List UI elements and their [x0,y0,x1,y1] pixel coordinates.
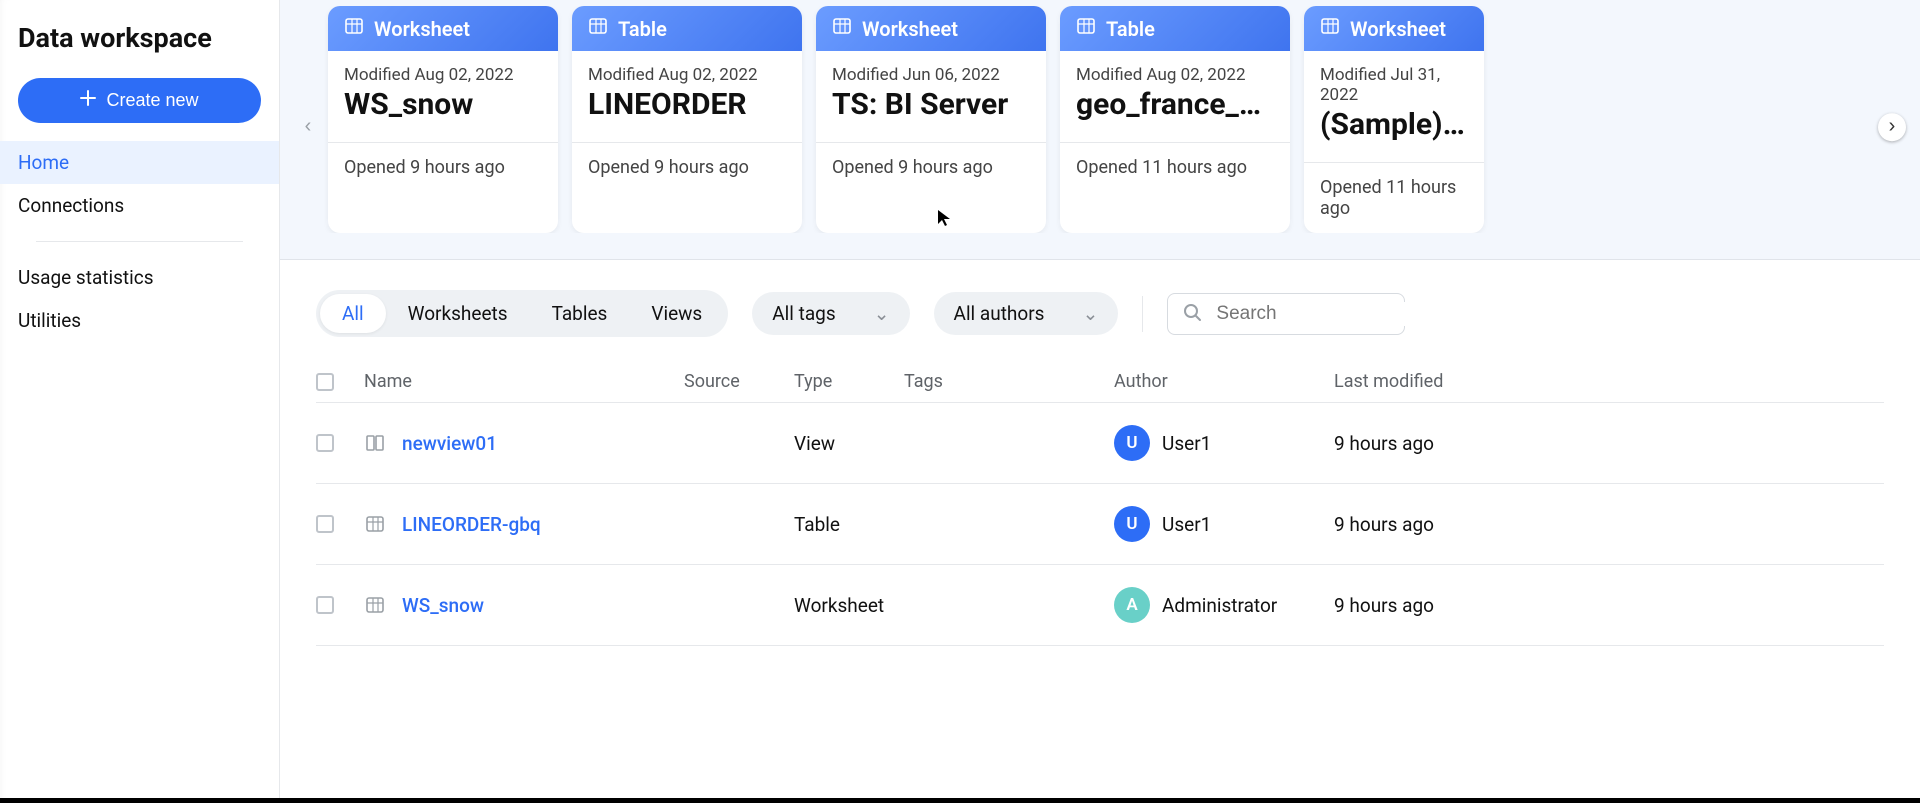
sidebar: Data workspace Create new Home Connectio… [0,0,280,803]
filter-tab-views[interactable]: Views [629,294,724,333]
chevron-down-icon: ⌄ [1082,302,1098,325]
select-all-checkbox[interactable] [316,373,334,391]
card-opened: Opened 11 hours ago [1304,162,1484,233]
data-table: Name Source Type Tags Author Last modifi… [280,361,1920,646]
row-name-link[interactable]: WS_snow [402,594,484,617]
card-kind: Worksheet [1350,17,1446,41]
card-modified: Modified Jul 31, 2022 [1320,65,1468,105]
row-author: User1 [1162,513,1211,536]
col-name[interactable]: Name [364,371,684,392]
recent-card[interactable]: Worksheet Modified Jun 06, 2022 TS: BI S… [816,6,1046,233]
table-row[interactable]: LINEORDER-gbq Table U User1 9 hours ago [316,484,1884,565]
filter-tab-all[interactable]: All [320,294,386,333]
row-type: Worksheet [794,594,904,617]
create-new-label: Create new [106,90,198,111]
main-panel: ‹ Worksheet Modified Aug 02, 2022 WS_sno… [280,0,1920,803]
worksheet-icon [344,16,364,41]
chevron-left-icon: ‹ [305,115,312,138]
filter-toolbar: All Worksheets Tables Views All tags ⌄ A… [280,260,1920,361]
recent-card[interactable]: Worksheet Modified Jul 31, 2022 (Sample)… [1304,6,1484,233]
row-type: View [794,432,904,455]
nav-utilities[interactable]: Utilities [0,299,279,342]
card-modified: Modified Aug 02, 2022 [1076,65,1274,85]
table-icon [588,16,608,41]
card-modified: Modified Aug 02, 2022 [588,65,786,85]
card-modified: Modified Jun 06, 2022 [832,65,1030,85]
recent-cards-strip: ‹ Worksheet Modified Aug 02, 2022 WS_sno… [280,0,1920,260]
card-opened: Opened 9 hours ago [816,142,1046,192]
col-author[interactable]: Author [1114,371,1334,392]
nav-divider [36,241,243,242]
row-last-modified: 9 hours ago [1334,513,1534,536]
worksheet-icon [832,16,852,41]
tags-filter-dropdown[interactable]: All tags ⌄ [752,292,909,335]
filter-tab-tables[interactable]: Tables [530,294,630,333]
card-name: (Sample) Retail [1320,107,1468,142]
create-new-button[interactable]: Create new [18,78,261,123]
search-input[interactable] [1214,302,1463,326]
avatar: U [1114,506,1150,542]
authors-filter-label: All authors [954,302,1045,325]
recent-cards-row: Worksheet Modified Aug 02, 2022 WS_snow … [280,6,1920,233]
card-kind: Worksheet [862,17,958,41]
card-kind: Worksheet [374,17,470,41]
row-name-link[interactable]: LINEORDER-gbq [402,513,541,536]
table-row[interactable]: WS_snow Worksheet A Administrator 9 hour… [316,565,1884,646]
card-modified: Modified Aug 02, 2022 [344,65,542,85]
chevron-right-icon: › [1889,115,1896,138]
row-checkbox[interactable] [316,515,334,533]
view-icon [364,432,386,454]
table-icon [1076,16,1096,41]
card-kind: Table [618,17,667,41]
row-author: Administrator [1162,594,1277,617]
chevron-down-icon: ⌄ [874,302,890,325]
card-opened: Opened 9 hours ago [572,142,802,192]
card-name: TS: BI Server [832,87,1030,122]
recent-card[interactable]: Table Modified Aug 02, 2022 geo_france_p… [1060,6,1290,233]
search-icon [1182,302,1202,326]
row-checkbox[interactable] [316,434,334,452]
nav-home[interactable]: Home [0,141,279,184]
col-last-modified[interactable]: Last modified [1334,371,1534,392]
avatar: A [1114,587,1150,623]
scroll-left-button[interactable]: ‹ [294,113,322,141]
authors-filter-dropdown[interactable]: All authors ⌄ [934,292,1119,335]
bottom-bar [0,798,1920,803]
row-name-link[interactable]: newview01 [402,432,497,455]
table-row[interactable]: newview01 View U User1 9 hours ago [316,403,1884,484]
avatar: U [1114,425,1150,461]
card-name: geo_france_pop… [1076,87,1274,122]
worksheet-icon [1320,16,1340,41]
recent-card[interactable]: Worksheet Modified Aug 02, 2022 WS_snow … [328,6,558,233]
worksheet-icon [364,594,386,616]
row-last-modified: 9 hours ago [1334,432,1534,455]
filter-tab-worksheets[interactable]: Worksheets [386,294,530,333]
plus-icon [80,90,96,111]
row-author: User1 [1162,432,1211,455]
table-header-row: Name Source Type Tags Author Last modifi… [316,361,1884,403]
col-tags[interactable]: Tags [904,371,1114,392]
col-type[interactable]: Type [794,371,904,392]
workspace-title: Data workspace [0,0,279,78]
type-filter-segment: All Worksheets Tables Views [316,290,728,337]
table-icon [364,513,386,535]
recent-card[interactable]: Table Modified Aug 02, 2022 LINEORDER Op… [572,6,802,233]
scroll-right-button[interactable]: › [1878,113,1906,141]
card-kind: Table [1106,17,1155,41]
toolbar-divider [1142,296,1143,332]
nav-connections[interactable]: Connections [0,184,279,227]
tags-filter-label: All tags [772,302,835,325]
nav-usage-statistics[interactable]: Usage statistics [0,256,279,299]
row-checkbox[interactable] [316,596,334,614]
col-source[interactable]: Source [684,371,794,392]
card-opened: Opened 11 hours ago [1060,142,1290,192]
row-type: Table [794,513,904,536]
search-box[interactable] [1167,293,1405,335]
card-name: LINEORDER [588,87,786,122]
card-name: WS_snow [344,87,542,122]
row-last-modified: 9 hours ago [1334,594,1534,617]
card-opened: Opened 9 hours ago [328,142,558,192]
